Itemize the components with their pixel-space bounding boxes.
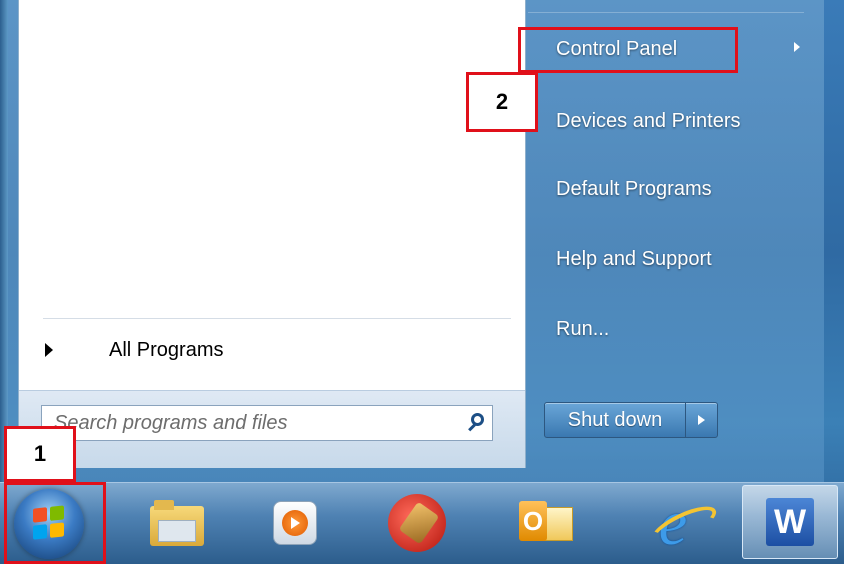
annotation-box-start — [4, 482, 106, 564]
ccleaner-icon[interactable] — [384, 491, 450, 555]
all-programs-button[interactable]: All Programs — [45, 334, 505, 366]
menu-item-devices-and-printers[interactable]: Devices and Printers — [556, 110, 741, 133]
outlook-icon[interactable]: O — [514, 491, 580, 555]
start-menu-left-pane: All Programs Search programs and files — [18, 0, 526, 468]
divider — [528, 12, 804, 13]
word-icon[interactable]: W — [742, 485, 838, 559]
desktop-edge — [0, 0, 8, 482]
search-placeholder: Search programs and files — [54, 411, 288, 434]
taskbar: O e W — [0, 482, 844, 564]
shutdown-label: Shut down — [567, 408, 663, 431]
shutdown-options-button[interactable] — [685, 403, 717, 437]
arrow-right-icon — [698, 415, 705, 425]
menu-item-help-and-support[interactable]: Help and Support — [556, 248, 712, 271]
internet-explorer-icon[interactable]: e — [640, 491, 721, 555]
media-player-icon[interactable] — [262, 491, 328, 555]
all-programs-label: All Programs — [109, 338, 224, 361]
shutdown-button[interactable]: Shut down — [544, 402, 718, 438]
arrow-right-icon — [45, 343, 53, 357]
annotation-label-2: 2 — [466, 72, 538, 132]
submenu-arrow-icon — [794, 42, 800, 52]
annotation-box-control-panel — [518, 27, 738, 73]
annotation-label-1: 1 — [4, 426, 76, 482]
search-area: Search programs and files — [19, 390, 525, 468]
search-icon[interactable] — [462, 408, 492, 438]
menu-item-default-programs[interactable]: Default Programs — [556, 178, 712, 201]
windows-explorer-icon[interactable] — [144, 491, 210, 555]
search-input[interactable]: Search programs and files — [41, 405, 493, 441]
menu-item-run[interactable]: Run... — [556, 318, 609, 341]
divider — [43, 318, 511, 319]
